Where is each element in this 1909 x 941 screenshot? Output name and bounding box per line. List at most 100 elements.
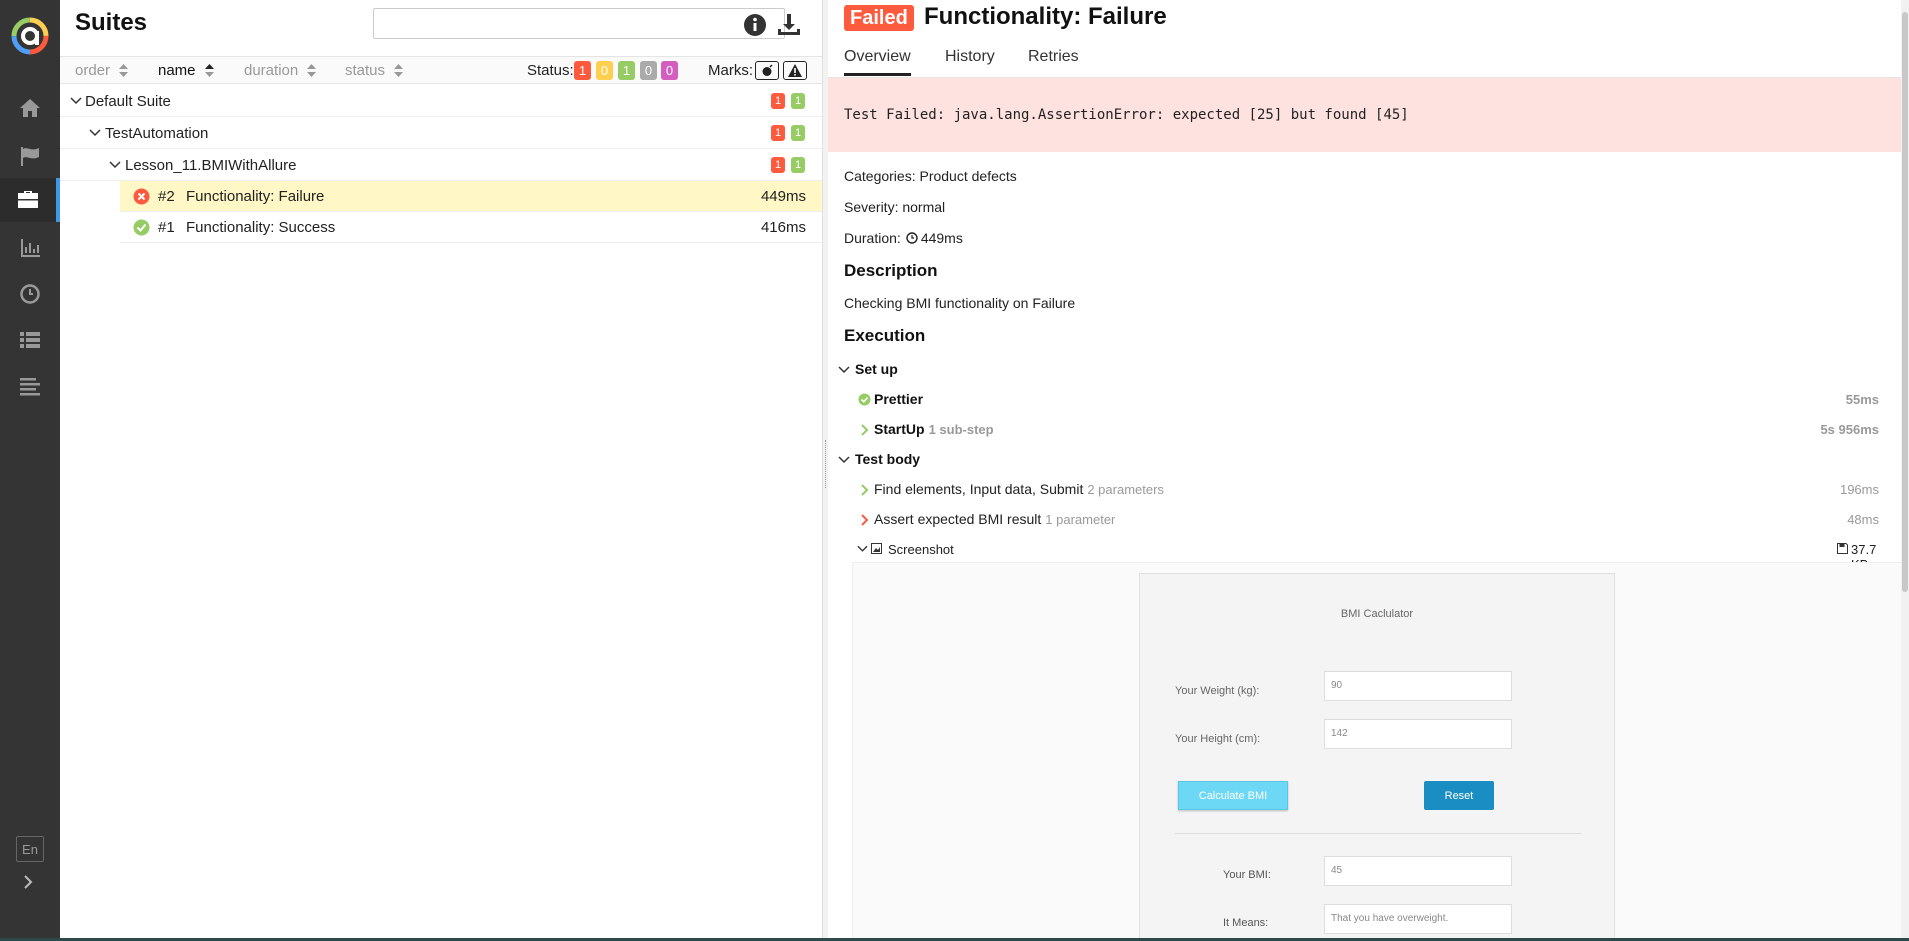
test-body-section-toggle[interactable]: Test body xyxy=(828,448,1891,472)
chevron-down-icon xyxy=(857,545,868,552)
error-message: Test Failed: java.lang.AssertionError: e… xyxy=(828,78,1904,152)
bmi-label: Your BMI: xyxy=(1223,869,1271,881)
means-label: It Means: xyxy=(1223,917,1269,929)
execution-heading: Execution xyxy=(844,326,926,345)
chevron-right-icon xyxy=(861,514,869,526)
attachment-screenshot[interactable]: Screenshot 37.7 KB xyxy=(852,538,1909,572)
sort-icon xyxy=(307,64,317,77)
search-input[interactable] xyxy=(373,8,785,39)
status-filter-passed[interactable]: 1 xyxy=(618,61,635,80)
tab-history[interactable]: History xyxy=(945,48,995,66)
scrollbar-thumb[interactable] xyxy=(1902,12,1908,592)
means-field: That you have overweight. xyxy=(1324,904,1512,934)
passed-count-badge: 1 xyxy=(791,125,805,141)
tab-retries[interactable]: Retries xyxy=(1028,48,1079,66)
failed-count-badge: 1 xyxy=(771,157,785,173)
step-find-elements[interactable]: Find elements, Input data, Submit 2 param… xyxy=(828,478,1891,502)
list-icon xyxy=(20,332,40,348)
description-text: Checking BMI functionality on Failure xyxy=(844,295,1076,311)
chevron-down-icon xyxy=(838,456,850,464)
passed-count-badge: 1 xyxy=(791,93,805,109)
clock-icon xyxy=(906,232,918,244)
duration-value: 449ms xyxy=(920,230,963,246)
test-case-row[interactable]: #2 Functionality: Failure 449ms xyxy=(120,181,822,212)
chevron-right-icon xyxy=(861,484,869,496)
sort-name[interactable]: name xyxy=(158,62,214,79)
chevron-down-icon xyxy=(70,97,82,105)
weight-field: 90 xyxy=(1324,671,1512,701)
sort-status[interactable]: status xyxy=(345,62,404,79)
mark-new-failed-toggle[interactable] xyxy=(783,61,807,80)
status-filter-label: Status: xyxy=(527,62,574,79)
categories-text: Categories: Product defects xyxy=(844,168,1017,184)
sort-icon xyxy=(119,64,129,77)
step-startup[interactable]: StartUp 1 sub-step 5s 956ms xyxy=(828,418,1891,442)
save-icon xyxy=(1837,543,1848,554)
sort-duration[interactable]: duration xyxy=(244,62,317,79)
allure-logo-icon[interactable] xyxy=(11,17,49,55)
height-label: Your Height (cm): xyxy=(1175,733,1261,745)
tree-group-testautomation[interactable]: TestAutomation 1 1 xyxy=(60,117,822,149)
nav-suites[interactable] xyxy=(0,178,60,222)
bar-chart-icon xyxy=(21,239,40,257)
nav-behaviors[interactable] xyxy=(0,318,60,362)
nav-categories[interactable] xyxy=(0,134,60,178)
nav-overview[interactable] xyxy=(0,86,60,130)
sort-toolbar: order name duration status Status: 1 0 1… xyxy=(60,56,822,84)
setup-section-toggle[interactable]: Set up xyxy=(828,358,1891,382)
tree-group-default-suite[interactable]: Default Suite 1 1 xyxy=(60,85,822,117)
marks-label: Marks: xyxy=(708,62,753,79)
weight-label: Your Weight (kg): xyxy=(1175,685,1260,697)
chevron-right-icon xyxy=(861,424,869,436)
duration-row: Duration: 449ms xyxy=(844,230,963,246)
info-icon[interactable] xyxy=(742,12,768,38)
chevron-down-icon xyxy=(89,129,101,137)
bmi-field: 45 xyxy=(1324,856,1512,886)
align-left-icon xyxy=(20,378,40,396)
passed-status-icon xyxy=(133,219,150,236)
nav-timeline[interactable] xyxy=(0,272,60,316)
test-case-row[interactable]: #1 Functionality: Success 416ms xyxy=(120,212,822,243)
test-title: Functionality: Failure xyxy=(924,3,1167,30)
bmi-title: BMI Caclulator xyxy=(1340,608,1414,620)
nav-packages[interactable] xyxy=(0,364,60,408)
detail-tabs: Overview History Retries xyxy=(828,42,1909,78)
calculate-bmi-button: Calculate BMI xyxy=(1178,781,1288,810)
bmi-screenshot-image: BMI Caclulator Your Weight (kg): 90 Your… xyxy=(1139,573,1615,941)
duration-label: Duration: xyxy=(844,230,901,246)
nav-graphs[interactable] xyxy=(0,226,60,270)
status-filter-failed[interactable]: 1 xyxy=(574,61,591,80)
status-filter-broken[interactable]: 0 xyxy=(596,61,613,80)
tab-overview[interactable]: Overview xyxy=(844,48,911,76)
status-filter-skipped[interactable]: 0 xyxy=(640,61,657,80)
tree-group-lesson-11[interactable]: Lesson_11.BMIWithAllure 1 1 xyxy=(60,149,822,181)
bomb-icon xyxy=(762,64,773,76)
height-field: 142 xyxy=(1324,719,1512,749)
language-switch[interactable]: En xyxy=(16,836,44,862)
sort-order[interactable]: order xyxy=(75,62,129,79)
page-title: Suites xyxy=(75,9,148,36)
mark-flaky-toggle[interactable] xyxy=(755,61,779,80)
failed-count-badge: 1 xyxy=(771,125,785,141)
status-badge: Failed xyxy=(844,5,914,31)
chevron-right-icon[interactable] xyxy=(18,872,38,892)
sort-asc-icon xyxy=(204,64,214,77)
sort-icon xyxy=(394,64,404,77)
home-icon xyxy=(20,99,40,117)
description-heading: Description xyxy=(844,261,938,280)
suites-pane: Suites order name duration status Status… xyxy=(60,0,822,941)
flag-icon xyxy=(21,147,39,166)
chevron-down-icon xyxy=(109,161,121,169)
status-filter-unknown[interactable]: 0 xyxy=(661,61,678,80)
warning-icon xyxy=(788,64,802,77)
clock-icon xyxy=(20,284,40,304)
reset-button: Reset xyxy=(1424,781,1494,810)
step-assert-bmi[interactable]: Assert expected BMI result 1 parameter 48… xyxy=(828,508,1891,532)
download-icon[interactable] xyxy=(776,12,802,38)
step-prettier[interactable]: Prettier 55ms xyxy=(828,388,1891,412)
vertical-scrollbar[interactable] xyxy=(1901,0,1909,941)
passed-status-icon xyxy=(858,393,871,406)
side-nav: En xyxy=(0,0,60,941)
briefcase-icon xyxy=(18,191,38,208)
splitter-grip[interactable] xyxy=(825,440,827,488)
